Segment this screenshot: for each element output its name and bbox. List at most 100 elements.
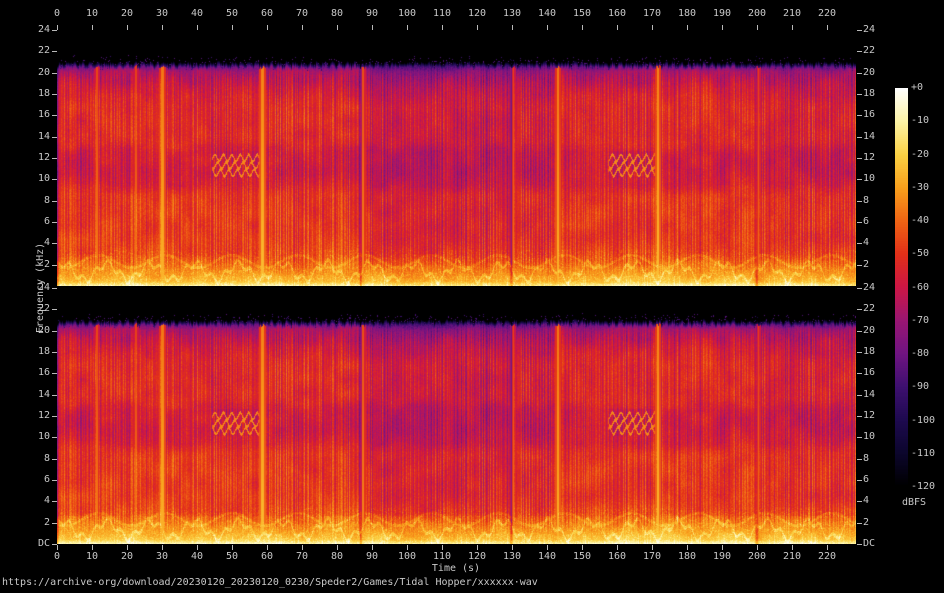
freq-tick-label-right: 18 — [863, 346, 876, 357]
x-tick-mark-top — [267, 25, 268, 30]
x-tick-mark-bottom — [372, 545, 373, 550]
x-tick-label-top: 80 — [330, 8, 344, 19]
x-tick-label-top: 50 — [225, 8, 239, 19]
x-tick-label-top: 200 — [747, 8, 767, 19]
x-tick-mark-bottom — [57, 545, 58, 550]
freq-tick-mark-right — [857, 222, 862, 223]
x-tick-label-top: 100 — [397, 8, 417, 19]
freq-tick-label-left: 22 — [37, 45, 50, 56]
freq-tick-label-right: 10 — [863, 173, 876, 184]
freq-tick-label-left: 18 — [37, 346, 50, 357]
x-tick-mark-top — [407, 25, 408, 30]
freq-tick-mark-right — [857, 352, 862, 353]
spectrogram-channel-1 — [57, 30, 856, 286]
x-tick-mark-top — [92, 25, 93, 30]
x-tick-mark-bottom — [617, 545, 618, 550]
x-tick-mark-bottom — [442, 545, 443, 550]
x-tick-mark-top — [687, 25, 688, 30]
x-tick-label-top: 0 — [53, 8, 61, 19]
freq-tick-mark-left — [52, 373, 57, 374]
x-tick-label-bottom: 30 — [155, 551, 169, 562]
x-tick-mark-bottom — [757, 545, 758, 550]
freq-tick-mark-left — [52, 331, 57, 332]
x-tick-label-bottom: 60 — [260, 551, 274, 562]
x-tick-label-bottom: 0 — [53, 551, 61, 562]
x-tick-mark-bottom — [582, 545, 583, 550]
x-tick-mark-top — [127, 25, 128, 30]
freq-tick-label-right: 4 — [863, 237, 870, 248]
freq-tick-mark-left — [52, 30, 57, 31]
freq-tick-label-right: 16 — [863, 367, 876, 378]
x-tick-label-top: 90 — [365, 8, 379, 19]
colorbar-tick-label: +0 — [911, 82, 924, 93]
freq-tick-label-right: 8 — [863, 453, 870, 464]
x-tick-mark-top — [722, 25, 723, 30]
freq-tick-mark-left — [52, 73, 57, 74]
freq-tick-mark-left — [52, 309, 57, 310]
x-tick-mark-bottom — [477, 545, 478, 550]
freq-tick-mark-right — [857, 331, 862, 332]
x-tick-label-top: 180 — [677, 8, 697, 19]
x-tick-label-bottom: 110 — [432, 551, 452, 562]
colorbar-unit-label: dBFS — [901, 497, 927, 508]
colorbar-tick-label: -120 — [911, 481, 936, 492]
freq-tick-mark-right — [857, 501, 862, 502]
x-tick-label-bottom: 70 — [295, 551, 309, 562]
freq-tick-mark-left — [52, 288, 57, 289]
freq-tick-mark-right — [857, 179, 862, 180]
freq-tick-mark-left — [52, 544, 57, 545]
freq-tick-mark-left — [52, 437, 57, 438]
freq-tick-label-left: 12 — [37, 152, 50, 163]
freq-tick-mark-left — [52, 416, 57, 417]
x-tick-mark-bottom — [547, 545, 548, 550]
colorbar-tick-label: -90 — [911, 381, 930, 392]
freq-tick-mark-right — [857, 459, 862, 460]
colorbar-tick-label: -50 — [911, 248, 930, 259]
freq-tick-label-right: 10 — [863, 431, 876, 442]
freq-tick-mark-right — [857, 137, 862, 138]
x-tick-mark-top — [582, 25, 583, 30]
freq-tick-mark-right — [857, 480, 862, 481]
colorbar-tick-label: -110 — [911, 448, 936, 459]
freq-tick-label-right: 14 — [863, 131, 876, 142]
freq-tick-mark-right — [857, 30, 862, 31]
freq-tick-mark-right — [857, 523, 862, 524]
freq-tick-mark-left — [52, 94, 57, 95]
colorbar-tick-label: -70 — [911, 315, 930, 326]
x-tick-label-bottom: 90 — [365, 551, 379, 562]
freq-tick-mark-left — [52, 222, 57, 223]
freq-tick-mark-right — [857, 94, 862, 95]
x-tick-label-bottom: 50 — [225, 551, 239, 562]
x-tick-mark-top — [477, 25, 478, 30]
x-tick-mark-top — [337, 25, 338, 30]
freq-tick-label-left: 18 — [37, 88, 50, 99]
x-tick-label-top: 30 — [155, 8, 169, 19]
x-tick-mark-top — [757, 25, 758, 30]
x-tick-mark-bottom — [232, 545, 233, 550]
freq-tick-label-left: 12 — [37, 410, 50, 421]
freq-tick-mark-left — [52, 201, 57, 202]
x-tick-mark-bottom — [512, 545, 513, 550]
freq-tick-label-left: 10 — [37, 173, 50, 184]
freq-tick-label-left: DC — [37, 538, 50, 549]
x-tick-mark-bottom — [337, 545, 338, 550]
freq-tick-mark-left — [52, 459, 57, 460]
freq-tick-mark-right — [857, 309, 862, 310]
freq-tick-mark-right — [857, 73, 862, 74]
freq-tick-label-right: 12 — [863, 152, 876, 163]
freq-tick-mark-right — [857, 201, 862, 202]
colorbar-tick-label: -80 — [911, 348, 930, 359]
freq-tick-mark-right — [857, 158, 862, 159]
freq-tick-label-right: DC — [863, 538, 876, 549]
freq-tick-label-left: 2 — [43, 517, 50, 528]
freq-tick-label-left: 16 — [37, 367, 50, 378]
freq-tick-label-right: 22 — [863, 45, 876, 56]
x-tick-mark-bottom — [687, 545, 688, 550]
freq-tick-mark-left — [52, 395, 57, 396]
x-tick-mark-bottom — [792, 545, 793, 550]
freq-tick-label-right: 6 — [863, 216, 870, 227]
x-tick-mark-bottom — [267, 545, 268, 550]
freq-tick-label-left: 24 — [37, 24, 50, 35]
x-tick-label-bottom: 120 — [467, 551, 487, 562]
x-tick-label-top: 40 — [190, 8, 204, 19]
